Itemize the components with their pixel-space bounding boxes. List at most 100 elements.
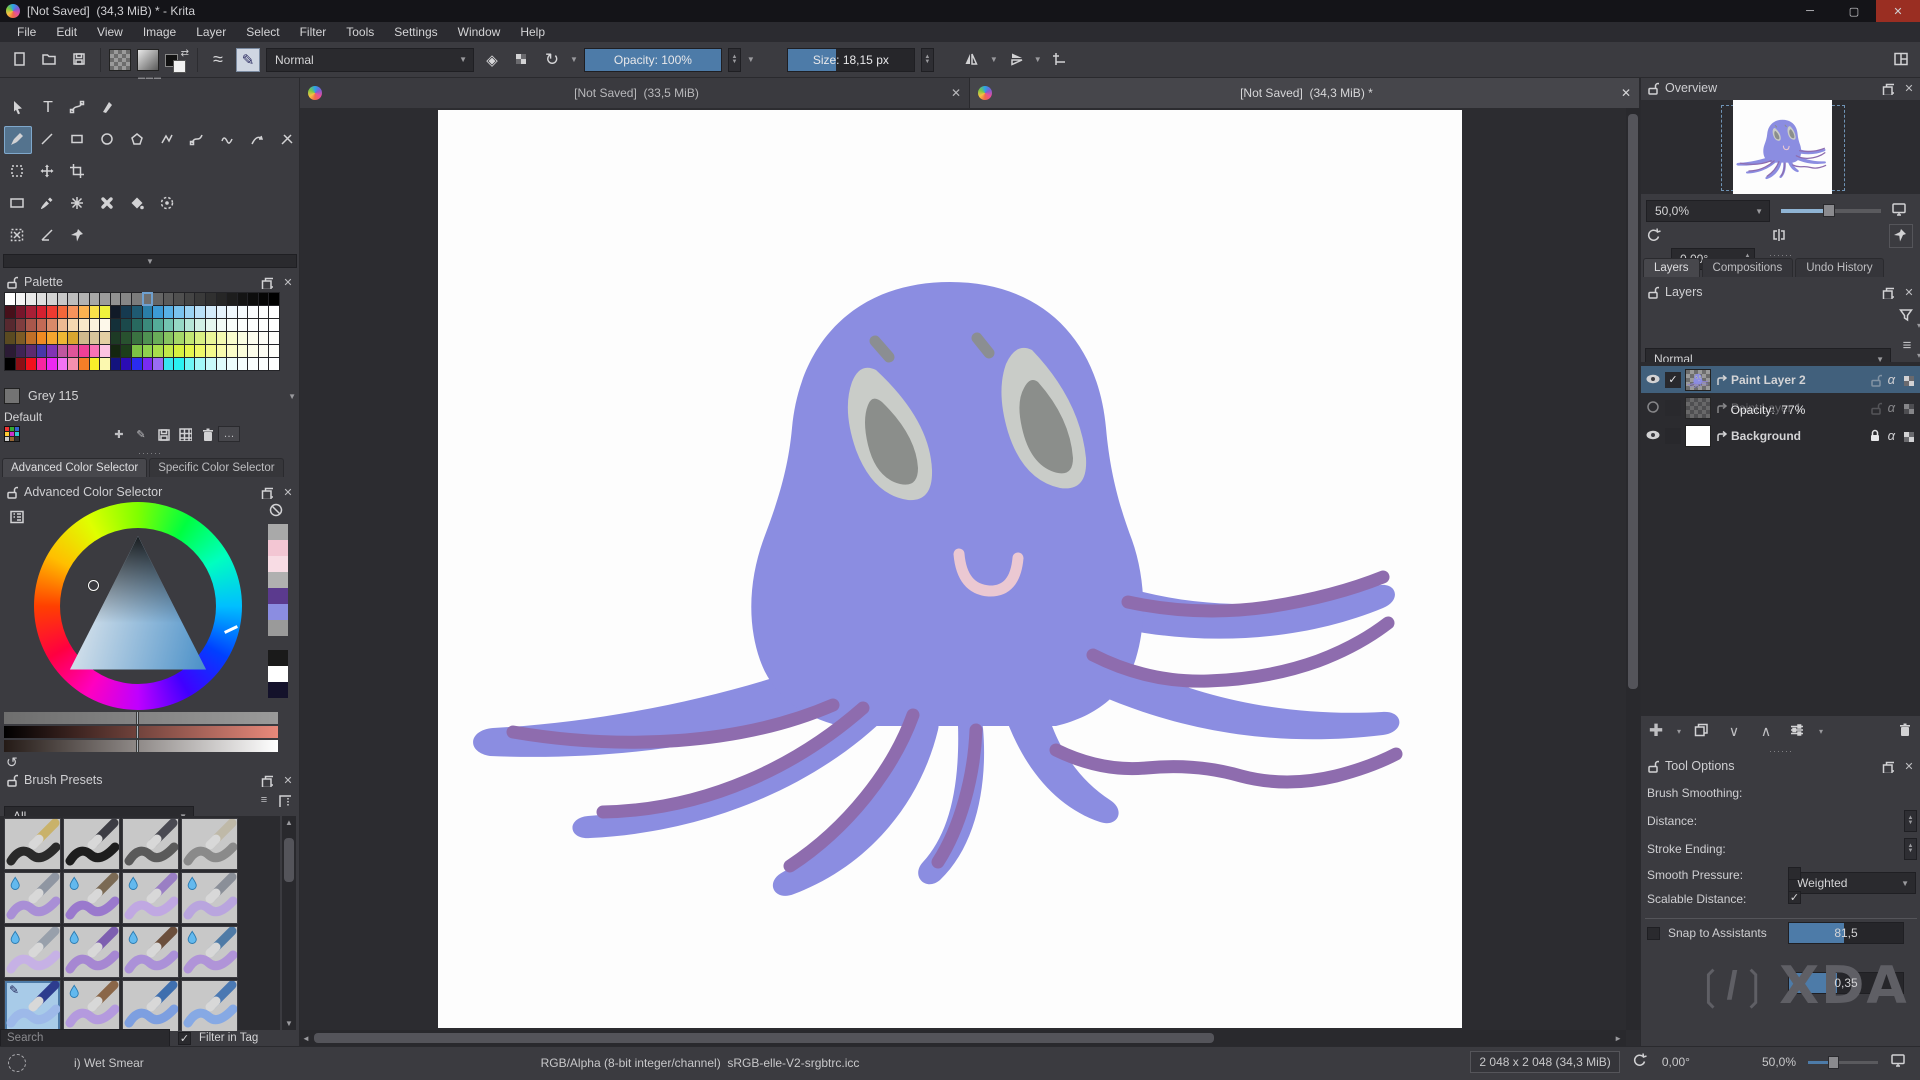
history-color-swatch[interactable]: [268, 572, 288, 588]
delete-swatch-button[interactable]: [196, 426, 218, 442]
tab-layers[interactable]: Layers: [1643, 258, 1700, 277]
palette-swatch[interactable]: [259, 332, 269, 344]
palette-swatch[interactable]: [90, 293, 100, 305]
palette-swatch[interactable]: [37, 293, 47, 305]
palette-swatch[interactable]: [259, 345, 269, 357]
palette-swatch[interactable]: [164, 332, 174, 344]
palette-swatch[interactable]: [79, 319, 89, 331]
palette-swatch[interactable]: [174, 293, 184, 305]
tab-advanced-color-selector[interactable]: Advanced Color Selector: [2, 458, 147, 477]
brush-presets-docker-header[interactable]: Brush Presets ✕: [0, 770, 300, 790]
edit-shapes-tool[interactable]: [64, 94, 92, 122]
palette-swatch[interactable]: [153, 345, 163, 357]
palette-swatch[interactable]: [195, 345, 205, 357]
history-color-swatch[interactable]: [268, 524, 288, 540]
brush-preset[interactable]: [4, 818, 61, 870]
palette-swatch[interactable]: [79, 306, 89, 318]
palette-swatch[interactable]: [269, 345, 279, 357]
new-document-button[interactable]: [8, 48, 32, 72]
calligraphy-tool[interactable]: [94, 94, 122, 122]
palette-swatch[interactable]: [90, 358, 100, 370]
palette-swatch[interactable]: [143, 306, 153, 318]
palette-swatch[interactable]: [58, 306, 68, 318]
dynamic-brush-tool[interactable]: [244, 126, 272, 154]
brush-preview-icon[interactable]: [8, 1054, 26, 1072]
move-tool[interactable]: [34, 158, 62, 186]
palette-color-row[interactable]: Grey 115 ▼: [4, 388, 296, 404]
polygon-tool[interactable]: [124, 126, 152, 154]
image-dimensions[interactable]: 2 048 x 2 048 (34,3 MiB): [1470, 1051, 1619, 1073]
palette-swatch[interactable]: [16, 306, 26, 318]
scalable-distance-checkbox[interactable]: ✓: [1788, 891, 1801, 904]
palette-swatch[interactable]: [248, 345, 258, 357]
palette-more-button[interactable]: …: [218, 426, 240, 442]
minimize-button[interactable]: ─: [1788, 0, 1832, 22]
fill-tool[interactable]: [124, 190, 152, 218]
palette-swatch[interactable]: [5, 293, 15, 305]
palette-docker-header[interactable]: Palette ✕: [0, 272, 300, 292]
menu-item-edit[interactable]: Edit: [47, 23, 86, 41]
alpha-lock-icon[interactable]: α: [1888, 372, 1895, 387]
palette-swatch[interactable]: [16, 345, 26, 357]
reload-preset-button[interactable]: ↻: [540, 48, 564, 72]
scrollbar-thumb[interactable]: [284, 838, 294, 882]
palette-swatch[interactable]: [185, 345, 195, 357]
palette-swatch[interactable]: [79, 293, 89, 305]
selector-settings-icon[interactable]: [8, 508, 24, 524]
palette-swatch[interactable]: [164, 319, 174, 331]
choose-workspace-button[interactable]: [1890, 48, 1914, 72]
palette-view-button[interactable]: [174, 426, 196, 442]
no-color-icon[interactable]: [268, 502, 284, 521]
palette-swatch[interactable]: [206, 319, 216, 331]
brush-preset[interactable]: ✎: [4, 980, 61, 1032]
float-docker-icon[interactable]: [1879, 80, 1895, 96]
toolbox-handle[interactable]: ▔▔▔: [0, 80, 300, 86]
palette-swatch[interactable]: [195, 358, 205, 370]
palette-swatch[interactable]: [174, 332, 184, 344]
mirror-vertical-button[interactable]: [1004, 48, 1028, 72]
close-docker-icon[interactable]: ✕: [280, 772, 296, 788]
close-docker-icon[interactable]: ✕: [1901, 80, 1917, 96]
palette-swatch[interactable]: [100, 345, 110, 357]
palette-swatch[interactable]: [121, 319, 131, 331]
add-layer-options-arrow[interactable]: ▾: [1677, 727, 1681, 736]
docker-splitter[interactable]: ······: [0, 450, 300, 456]
reference-images-tool[interactable]: [64, 222, 92, 250]
palette-swatch[interactable]: [90, 332, 100, 344]
inherit-alpha-icon[interactable]: [1901, 401, 1915, 415]
move-layer-up-button[interactable]: ∧: [1755, 720, 1777, 742]
palette-swatch[interactable]: [58, 293, 68, 305]
opacity-options-arrow[interactable]: ▼: [747, 55, 755, 64]
overview-thumbnail-area[interactable]: [1641, 100, 1920, 194]
palette-swatch[interactable]: [121, 293, 131, 305]
palette-swatch[interactable]: [79, 345, 89, 357]
history-color-swatch[interactable]: [268, 588, 288, 604]
palette-swatch[interactable]: [195, 319, 205, 331]
brush-preset[interactable]: [122, 980, 179, 1032]
maximize-button[interactable]: ▢: [1832, 0, 1876, 22]
palette-swatch[interactable]: [185, 332, 195, 344]
document-tab-1[interactable]: [Not Saved] (33,5 MiB) ✕: [300, 78, 970, 108]
value-slider[interactable]: [4, 740, 278, 752]
palette-swatch[interactable]: [238, 345, 248, 357]
stroke-ending-spinner[interactable]: ▲▼: [1904, 838, 1917, 860]
select-shapes-tool[interactable]: [4, 94, 32, 122]
palette-swatch[interactable]: [227, 345, 237, 357]
brush-grid-scrollbar[interactable]: ▲ ▼: [282, 816, 296, 1030]
palette-swatch[interactable]: [269, 293, 279, 305]
palette-swatch[interactable]: [121, 306, 131, 318]
measure-tool[interactable]: [34, 222, 62, 250]
color-history-strip[interactable]: [268, 524, 288, 636]
palette-swatch[interactable]: [248, 358, 258, 370]
menu-item-filter[interactable]: Filter: [291, 23, 336, 41]
visibility-eye-icon[interactable]: [1645, 400, 1661, 416]
palette-swatch[interactable]: [132, 306, 142, 318]
palette-swatch[interactable]: [16, 293, 26, 305]
palette-swatch[interactable]: [68, 345, 78, 357]
distance-slider[interactable]: 81,5: [1788, 922, 1904, 944]
palette-swatch[interactable]: [153, 293, 163, 305]
save-palette-button[interactable]: [152, 426, 174, 442]
monitor-icon[interactable]: [1891, 202, 1907, 218]
lock-icon[interactable]: [1867, 428, 1882, 443]
line-tool[interactable]: [34, 126, 62, 154]
